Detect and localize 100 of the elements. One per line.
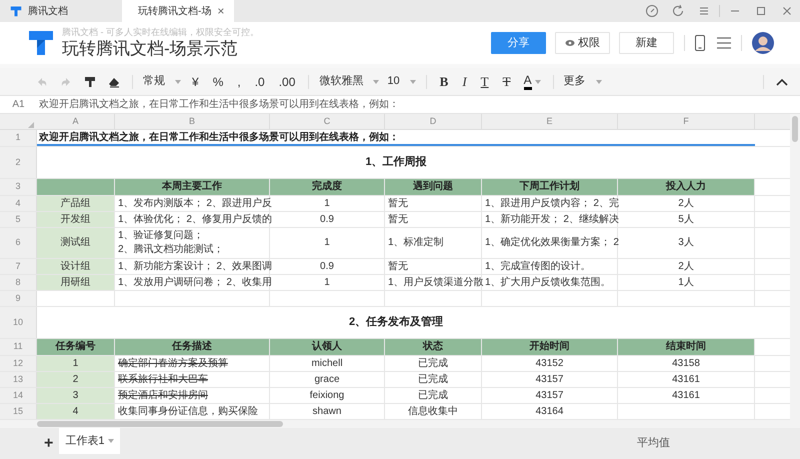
italic-button[interactable]: I — [455, 72, 474, 92]
caret-icon — [596, 80, 602, 84]
font-dropdown[interactable]: 微软雅黑 — [315, 73, 384, 90]
row-header[interactable]: 13 — [0, 372, 37, 387]
row-header[interactable]: 4 — [0, 196, 37, 211]
refresh-icon[interactable] — [671, 4, 685, 18]
cell-reference: A1 — [11, 98, 26, 112]
table-cell: 2人 — [618, 196, 755, 211]
percent-button[interactable]: % — [206, 72, 230, 90]
more-dropdown[interactable]: 更多 — [560, 73, 606, 90]
font-size-dropdown[interactable]: 10 — [383, 73, 420, 90]
table-cell: 43164 — [482, 404, 618, 419]
row-header[interactable]: 14 — [0, 388, 37, 403]
table-cell: 测试组 — [37, 228, 115, 258]
column-header[interactable]: B — [115, 114, 270, 129]
number-format-dropdown[interactable]: 常规 — [139, 73, 185, 90]
row-header[interactable]: 10 — [0, 307, 37, 338]
add-sheet-button[interactable]: + — [38, 432, 60, 456]
table-cell: 43161 — [618, 388, 755, 403]
table-cell: michell — [270, 356, 385, 371]
maximize-icon[interactable] — [754, 4, 768, 18]
bold-button[interactable]: B — [432, 72, 456, 92]
document-subtitle: 腾讯文档 - 可多人实时在线编辑，权限安全可控。 — [62, 26, 259, 38]
collapse-icon[interactable] — [776, 78, 788, 86]
sheet-tab[interactable]: 工作表1 — [59, 428, 120, 454]
table-cell: 0.9 — [270, 259, 385, 274]
table-cell: 1、标准定制 — [385, 228, 482, 258]
row-header[interactable]: 6 — [0, 228, 37, 258]
table-cell: 43157 — [482, 372, 618, 387]
table-cell: 1、跟进用户反馈内容； 2、完 — [482, 196, 618, 211]
row-header[interactable]: 3 — [0, 179, 37, 195]
underline-button[interactable]: T — [474, 72, 496, 92]
table-cell: 1、扩大用户反馈收集范围。 — [482, 275, 618, 290]
phone-icon[interactable] — [695, 35, 705, 51]
row-header[interactable]: 2 — [0, 147, 37, 178]
column-heading: 认领人 — [270, 339, 385, 355]
table-cell: 43152 — [482, 356, 618, 371]
document-title: 玩转腾讯文档-场景示范 — [62, 38, 239, 60]
table-cell: 1 — [37, 356, 115, 371]
table-cell: 1、验证修复问题； 2、腾讯文档功能测试； — [115, 228, 270, 258]
table-cell: 43161 — [618, 372, 755, 387]
column-heading: 完成度 — [270, 179, 385, 195]
format-painter-icon[interactable] — [84, 76, 96, 88]
comma-button[interactable]: , — [230, 72, 248, 90]
column-header[interactable]: A — [37, 114, 115, 129]
eraser-icon[interactable] — [108, 76, 120, 88]
table-cell: 1、新功能开发； 2、继续解决 — [482, 212, 618, 227]
column-heading: 任务描述 — [115, 339, 270, 355]
permission-button[interactable]: 权限 — [555, 32, 610, 54]
table-cell: 1、发布内测版本； 2、跟进用户反 — [115, 196, 270, 211]
table-cell: 2 — [37, 372, 115, 387]
column-header[interactable]: F — [618, 114, 755, 129]
avatar-icon[interactable] — [752, 32, 774, 54]
close-tab-button[interactable]: × — [217, 2, 224, 20]
table-cell: 1、发放用户调研问卷； 2、收集用 — [115, 275, 270, 290]
menu-icon[interactable] — [717, 37, 731, 49]
table-cell: feixiong — [270, 388, 385, 403]
table-cell: 43157 — [482, 388, 618, 403]
table-cell: 3 — [37, 388, 115, 403]
section-title: 1、工作周报 — [364, 154, 428, 170]
row-header[interactable]: 1 — [0, 130, 37, 146]
text-color-button[interactable]: A — [518, 74, 547, 90]
column-header[interactable]: C — [270, 114, 385, 129]
currency-button[interactable]: ¥ — [185, 72, 206, 90]
decrease-decimal-button[interactable]: .0 — [248, 72, 272, 90]
vertical-scrollbar[interactable] — [792, 116, 798, 142]
table-cell: 信息收集中 — [385, 404, 482, 419]
new-button[interactable]: 新建 — [619, 32, 674, 54]
strikethrough-button[interactable]: T — [496, 72, 518, 92]
column-heading: 投入人力 — [618, 179, 755, 195]
table-cell: 1、确定优化效果衡量方案； 2 — [482, 228, 618, 258]
table-cell: 2人 — [618, 259, 755, 274]
compass-icon[interactable] — [645, 4, 659, 18]
column-header[interactable]: E — [482, 114, 618, 129]
table-cell: 43158 — [618, 356, 755, 371]
table-cell: grace — [270, 372, 385, 387]
formula-field[interactable]: 欢迎开启腾讯文档之旅，在日常工作和生活中很多场景可以用到在线表格，例如： — [37, 97, 399, 112]
caret-icon — [175, 80, 181, 84]
caret-icon — [534, 80, 541, 84]
row-header[interactable]: 8 — [0, 275, 37, 290]
column-heading: 任务编号 — [37, 339, 115, 355]
row-header[interactable]: 12 — [0, 356, 37, 371]
column-heading: 遇到问题 — [385, 179, 482, 195]
table-cell: 1、用户反馈渠道分散 — [385, 275, 482, 290]
row-header[interactable]: 11 — [0, 339, 37, 355]
column-header[interactable]: D — [385, 114, 482, 129]
horizontal-scrollbar[interactable] — [37, 421, 283, 427]
table-cell: 联系旅行社和大巴车 — [115, 372, 270, 387]
share-button[interactable]: 分享 — [491, 32, 546, 54]
row-header[interactable]: 5 — [0, 212, 37, 227]
browser-tab[interactable]: 玩转腾讯文档-场 × — [122, 0, 234, 22]
row-header[interactable]: 15 — [0, 404, 37, 419]
row-header[interactable]: 9 — [0, 291, 37, 306]
table-cell: 已完成 — [385, 388, 482, 403]
selected-cell[interactable]: 欢迎开启腾讯文档之旅，在日常工作和生活中很多场景可以用到在线表格，例如： — [37, 130, 755, 146]
status-text: 平均值 — [637, 436, 670, 452]
table-cell: 设计组 — [37, 259, 115, 274]
increase-decimal-button[interactable]: .00 — [272, 72, 302, 90]
table-cell: 5人 — [618, 212, 755, 227]
row-header[interactable]: 7 — [0, 259, 37, 274]
